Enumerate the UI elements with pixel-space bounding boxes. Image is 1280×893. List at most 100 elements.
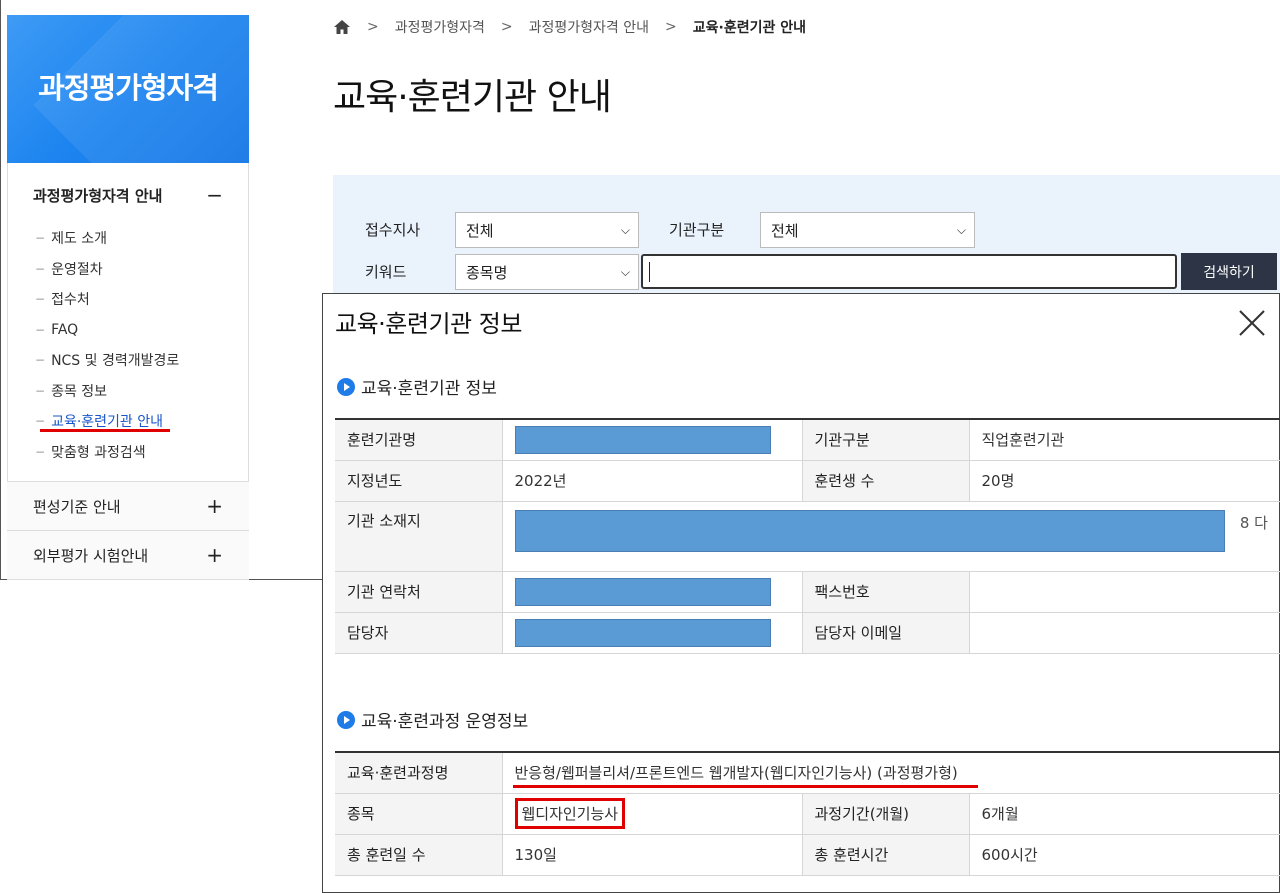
manager-value [501, 611, 803, 654]
play-circle-icon [337, 377, 355, 396]
course-name-cell: 반응형/웹퍼블리셔/프론트엔드 웹개발자(웹디자인기능사) (과정평가형) [501, 751, 1280, 794]
course-name-value: 반응형/웹퍼블리셔/프론트엔드 웹개발자(웹디자인기능사) (과정평가형) [512, 762, 978, 789]
table-row: 훈련기관명 기관구분 직업훈련기관 [335, 418, 1280, 461]
days-label: 총 훈련일 수 [335, 833, 503, 876]
address-label: 기관 소재지 [335, 500, 503, 572]
close-icon[interactable] [1239, 310, 1265, 336]
table-row: 총 훈련일 수 130일 총 훈련시간 600시간 [335, 833, 1280, 876]
sidebar-group-exam[interactable]: 외부평가 시험안내 + [7, 531, 249, 579]
dash-icon: − [35, 414, 46, 429]
search-button[interactable]: 검색하기 [1181, 253, 1277, 290]
dash-icon: − [35, 292, 46, 307]
email-value [968, 611, 1280, 654]
institution-info-modal: 교육·훈련기관 정보 교육·훈련기관 정보 훈련기관명 기관구분 직업훈련기관 … [322, 293, 1280, 893]
jongmok-value: 웹디자인기능사 [514, 798, 626, 829]
table-row: 교육·훈련과정명 반응형/웹퍼블리셔/프론트엔드 웹개발자(웹디자인기능사) (… [335, 751, 1280, 794]
breadcrumb-current: 교육·훈련기관 안내 [692, 20, 806, 36]
sidebar-group-standards[interactable]: 편성기준 안내 + [7, 481, 249, 531]
dash-icon: − [35, 444, 46, 459]
expand-icon: + [206, 494, 223, 518]
section-title-course: 교육·훈련과정 운영정보 [337, 707, 528, 732]
sidebar-item-reception[interactable]: − 접수처 [35, 284, 235, 315]
chevron-right-icon: > [665, 19, 677, 35]
modal-title: 교육·훈련기관 정보 [335, 310, 522, 338]
sidebar-item-label: NCS 및 경력개발경로 [51, 353, 180, 370]
hours-label: 총 훈련시간 [801, 833, 970, 876]
period-value: 6개월 [968, 792, 1280, 835]
type-label: 기관구분 [801, 418, 970, 461]
table-row: 기관 연락처 팩스번호 [335, 570, 1280, 613]
days-value: 130일 [501, 833, 803, 876]
sidebar-group-label: 외부평가 시험안내 [33, 546, 149, 565]
name-value [501, 418, 803, 461]
highlight-underline [40, 429, 170, 432]
home-icon[interactable] [333, 19, 351, 35]
trainees-value: 20명 [968, 459, 1280, 502]
keyword-field-select[interactable]: 종목명 ⌵ [455, 254, 639, 290]
chevron-right-icon: > [367, 19, 379, 35]
play-circle-icon [337, 710, 355, 729]
redacted-block [514, 509, 1225, 552]
sidebar-group-guide[interactable]: 과정평가형자격 안내 − [7, 170, 249, 220]
type-select-value: 전체 [771, 221, 799, 240]
page-title: 교육·훈련기관 안내 [333, 77, 612, 118]
sidebar-item-ncs[interactable]: − NCS 및 경력개발경로 [35, 345, 235, 376]
period-label: 과정기간(개월) [801, 792, 970, 835]
sidebar-item-procedure[interactable]: − 운영절차 [35, 254, 235, 285]
breadcrumb-item[interactable]: 과정평가형자격 안내 [529, 17, 649, 37]
section-title-text: 교육·훈련기관 정보 [361, 379, 497, 399]
sidebar-group-label: 과정평가형자격 안내 [33, 186, 163, 205]
sidebar-item-label: 제도 소개 [51, 231, 108, 248]
redacted-block [514, 425, 771, 454]
dash-icon: − [35, 383, 46, 398]
fax-label: 팩스번호 [801, 570, 970, 613]
sidebar-item-label: 종목 정보 [51, 383, 108, 400]
sidebar-item-label: 맞춤형 과정검색 [51, 444, 146, 461]
sidebar-item-faq[interactable]: − FAQ [35, 315, 235, 346]
sidebar-item-label: 접수처 [51, 292, 90, 309]
type-label: 기관구분 [669, 221, 725, 239]
sidebar-item-custom-search[interactable]: − 맞춤형 과정검색 [35, 437, 235, 468]
branch-select[interactable]: 전체 ⌵ [455, 212, 639, 248]
jongmok-label: 종목 [335, 792, 503, 835]
name-label: 훈련기관명 [335, 418, 503, 461]
sidebar-item-intro[interactable]: − 제도 소개 [35, 223, 235, 254]
sidebar-banner: 과정평가형자격 [7, 15, 249, 163]
address-tail: 8 다 [1239, 513, 1268, 532]
address-value: 8 다 [501, 500, 1280, 572]
contact-value [501, 570, 803, 613]
table-row: 종목 웹디자인기능사 과정기간(개월) 6개월 [335, 792, 1280, 835]
keyword-label: 키워드 [365, 263, 407, 281]
collapse-icon: − [206, 183, 223, 207]
breadcrumb-item[interactable]: 과정평가형자격 [395, 17, 485, 37]
sidebar-banner-title: 과정평가형자격 [38, 71, 219, 105]
manager-label: 담당자 [335, 611, 503, 654]
chevron-down-icon: ⌵ [620, 222, 630, 237]
section-title-institution: 교육·훈련기관 정보 [337, 374, 497, 399]
breadcrumb: > 과정평가형자격 > 과정평가형자격 안내 > 교육·훈련기관 안내 [333, 16, 806, 38]
chevron-down-icon: ⌵ [956, 222, 966, 237]
sidebar-item-label: FAQ [51, 321, 79, 338]
year-value: 2022년 [501, 459, 803, 502]
keyword-input[interactable] [641, 254, 1177, 289]
jongmok-cell: 웹디자인기능사 [501, 792, 803, 835]
highlight-underline [512, 785, 978, 789]
keyword-field-value: 종목명 [466, 263, 508, 282]
redacted-block [514, 618, 771, 647]
chevron-down-icon: ⌵ [620, 264, 630, 279]
trainees-label: 훈련생 수 [801, 459, 970, 502]
table-row: 담당자 담당자 이메일 [335, 611, 1280, 654]
dash-icon: − [35, 231, 46, 246]
dash-icon: − [35, 261, 46, 276]
sidebar-item-jongmok[interactable]: − 종목 정보 [35, 376, 235, 407]
text-caret [649, 262, 650, 282]
table-row: 지정년도 2022년 훈련생 수 20명 [335, 459, 1280, 502]
sidebar-group-label: 편성기준 안내 [33, 497, 121, 516]
course-name-text: 반응형/웹퍼블리셔/프론트엔드 웹개발자(웹디자인기능사) (과정평가형) [514, 764, 958, 783]
redacted-block [514, 577, 771, 606]
hours-value: 600시간 [968, 833, 1280, 876]
type-select[interactable]: 전체 ⌵ [760, 212, 975, 248]
table-row: 기관 소재지 8 다 [335, 500, 1280, 572]
dash-icon: − [35, 353, 46, 368]
fax-value [968, 570, 1280, 613]
